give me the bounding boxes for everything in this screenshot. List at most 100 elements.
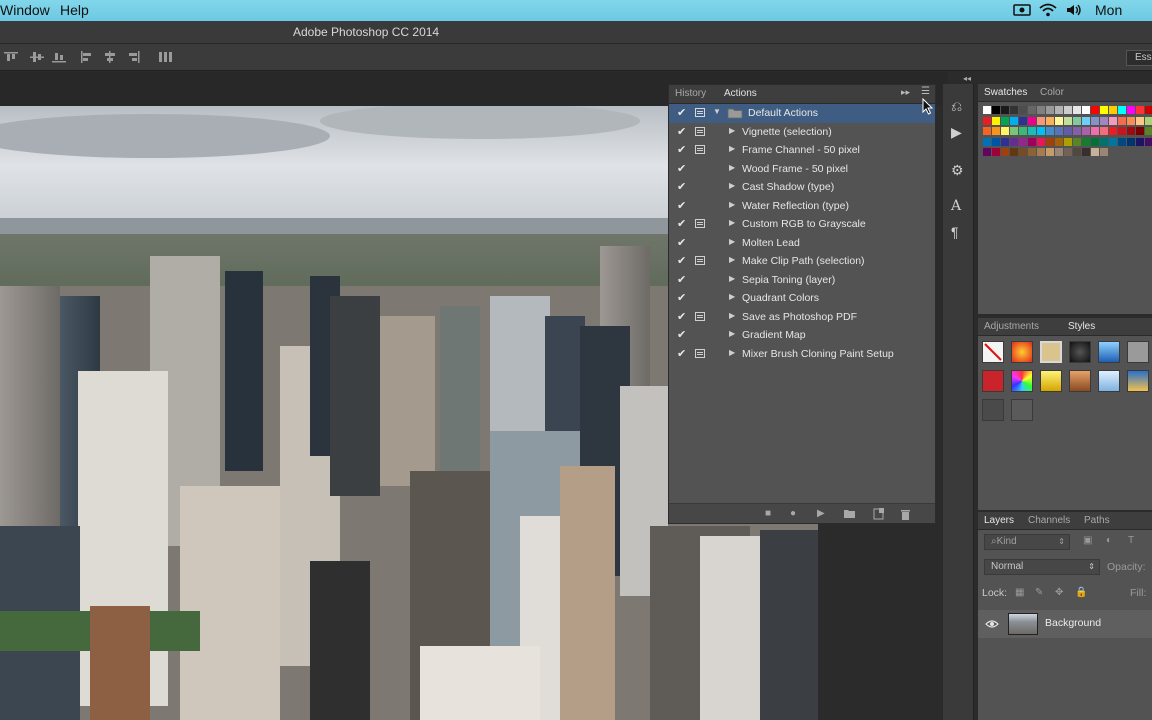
toggle-check-icon[interactable]: ✔ [677, 125, 687, 138]
tab-history[interactable]: History [675, 88, 706, 99]
align-hcenter-icon[interactable] [103, 51, 117, 63]
toggle-check-icon[interactable]: ✔ [677, 347, 687, 360]
color-swatch[interactable] [1082, 116, 1090, 125]
tab-layers[interactable]: Layers [984, 515, 1014, 526]
tab-adjustments[interactable]: Adjustments [984, 321, 1039, 332]
toggle-check-icon[interactable]: ✔ [677, 143, 687, 156]
expand-triangle-icon[interactable]: ▶ [729, 329, 735, 338]
action-item[interactable]: ✔ ▶ Save as Photoshop PDF [669, 308, 935, 327]
toggle-check-icon[interactable]: ✔ [677, 254, 687, 267]
expand-triangle-icon[interactable]: ▶ [729, 348, 735, 357]
dialog-toggle-icon[interactable] [695, 256, 705, 265]
color-swatch[interactable] [1127, 127, 1135, 135]
expand-triangle-icon[interactable]: ▶ [729, 274, 735, 283]
tab-actions[interactable]: Actions [724, 88, 757, 99]
color-swatch[interactable] [1118, 137, 1126, 146]
style-tile[interactable] [1040, 370, 1062, 392]
color-swatch[interactable] [1082, 127, 1090, 135]
action-set-default[interactable]: ✔ ▼ Default Actions [669, 104, 935, 123]
color-swatch[interactable] [1010, 127, 1018, 135]
dialog-toggle-empty[interactable] [695, 182, 705, 191]
color-swatch[interactable] [1037, 106, 1045, 114]
color-swatch[interactable] [1100, 137, 1108, 146]
color-swatch[interactable] [983, 116, 991, 125]
volume-icon[interactable] [1065, 3, 1083, 17]
color-swatch[interactable] [1064, 148, 1072, 156]
style-tile[interactable] [1069, 341, 1091, 363]
style-tile[interactable] [1011, 370, 1033, 392]
color-swatch[interactable] [992, 116, 1000, 125]
color-swatch[interactable] [1001, 148, 1009, 156]
color-swatch[interactable] [1046, 148, 1054, 156]
expand-triangle-icon[interactable]: ▶ [729, 144, 735, 153]
color-swatch[interactable] [1046, 137, 1054, 146]
screen-record-icon[interactable] [1013, 3, 1031, 17]
color-swatch[interactable] [1082, 106, 1090, 114]
color-swatch[interactable] [1010, 148, 1018, 156]
expand-triangle-icon[interactable]: ▶ [729, 255, 735, 264]
style-tile[interactable] [982, 399, 1004, 421]
color-swatch[interactable] [992, 127, 1000, 135]
action-item[interactable]: ✔ ▶ Wood Frame - 50 pixel [669, 160, 935, 179]
play-selection-icon[interactable]: ▶ [817, 508, 825, 519]
dialog-toggle-empty[interactable] [695, 275, 705, 284]
color-swatch[interactable] [1136, 127, 1144, 135]
dialog-toggle-icon[interactable] [695, 219, 705, 228]
collapse-dock-icon[interactable]: ◂◂ [963, 74, 971, 83]
toggle-check-icon[interactable]: ✔ [677, 106, 687, 119]
color-swatch[interactable] [1091, 106, 1099, 114]
style-tile-selected[interactable] [1040, 341, 1062, 363]
color-swatch[interactable] [1145, 137, 1152, 146]
filter-type-icon[interactable]: T [1128, 535, 1134, 546]
lock-position-icon[interactable]: ✥ [1055, 587, 1063, 598]
expand-triangle-icon[interactable]: ▶ [729, 292, 735, 301]
wifi-icon[interactable] [1039, 3, 1057, 17]
color-swatch[interactable] [1064, 137, 1072, 146]
color-swatch[interactable] [1019, 116, 1027, 125]
color-swatch[interactable] [1127, 106, 1135, 114]
color-swatch[interactable] [983, 127, 991, 135]
align-top-icon[interactable] [4, 51, 18, 63]
distribute-icon[interactable] [158, 51, 172, 63]
color-swatch[interactable] [1028, 148, 1036, 156]
visibility-eye-icon[interactable] [985, 619, 999, 629]
menu-window[interactable]: Window [0, 2, 50, 18]
color-swatch[interactable] [1082, 137, 1090, 146]
action-item[interactable]: ✔ ▶ Vignette (selection) [669, 123, 935, 142]
color-swatch[interactable] [1109, 106, 1117, 114]
color-swatch[interactable] [1145, 116, 1152, 125]
toggle-check-icon[interactable]: ✔ [677, 236, 687, 249]
color-swatch[interactable] [1145, 106, 1152, 114]
style-tile[interactable] [1098, 370, 1120, 392]
color-swatch[interactable] [1019, 148, 1027, 156]
color-swatch[interactable] [1055, 116, 1063, 125]
tab-styles[interactable]: Styles [1068, 321, 1095, 332]
dialog-toggle-empty[interactable] [695, 201, 705, 210]
style-tile[interactable] [1127, 370, 1149, 392]
style-none-tile[interactable] [982, 341, 1004, 363]
menu-help[interactable]: Help [60, 2, 89, 18]
expand-triangle-icon[interactable]: ▶ [729, 311, 735, 320]
lock-all-icon[interactable]: 🔒 [1075, 587, 1087, 598]
color-swatch[interactable] [1028, 137, 1036, 146]
color-swatch[interactable] [992, 148, 1000, 156]
color-swatch[interactable] [1064, 116, 1072, 125]
tab-channels[interactable]: Channels [1028, 515, 1070, 526]
color-swatch[interactable] [1055, 106, 1063, 114]
color-swatch[interactable] [1100, 106, 1108, 114]
filter-adjustment-icon[interactable]: ◐ [1106, 535, 1112, 546]
color-swatch[interactable] [1100, 148, 1108, 156]
color-swatch[interactable] [1019, 127, 1027, 135]
dialog-toggle-icon[interactable] [695, 145, 705, 154]
stop-recording-icon[interactable]: ■ [765, 508, 771, 519]
color-swatch[interactable] [1055, 137, 1063, 146]
color-swatch[interactable] [1091, 127, 1099, 135]
color-swatch[interactable] [1001, 106, 1009, 114]
expand-triangle-icon[interactable]: ▶ [729, 218, 735, 227]
color-swatch[interactable] [1001, 127, 1009, 135]
dialog-toggle-empty[interactable] [695, 238, 705, 247]
expand-triangle-icon[interactable]: ▶ [729, 200, 735, 209]
lock-transparency-icon[interactable]: ▦ [1015, 587, 1024, 598]
color-swatch[interactable] [1037, 127, 1045, 135]
tab-color[interactable]: Color [1040, 87, 1064, 98]
